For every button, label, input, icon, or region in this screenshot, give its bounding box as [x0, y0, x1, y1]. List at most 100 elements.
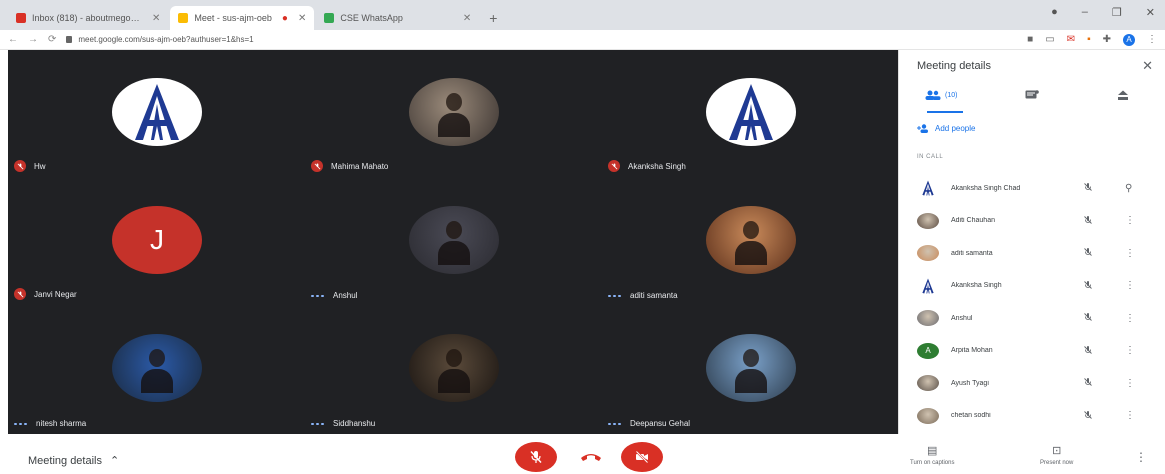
more-options-icon[interactable]: ⋮: [1125, 313, 1135, 324]
participant-tile[interactable]: Siddhanshu: [305, 306, 601, 434]
browser-menu-icon[interactable]: ⋮: [1147, 34, 1157, 45]
panel-title: Meeting details: [917, 60, 991, 72]
captions-button[interactable]: ▤ Turn on captions: [910, 444, 954, 466]
participant-avatar: [112, 334, 202, 402]
participant-row[interactable]: Anshul ⋮: [899, 302, 1165, 335]
tab-people[interactable]: (10): [925, 90, 957, 100]
activities-icon: [1118, 90, 1128, 100]
close-tab-icon[interactable]: ✕: [463, 13, 471, 24]
in-call-section-label: IN CALL: [917, 154, 944, 160]
meeting-details-panel: Meeting details ✕ (10) Add people IN CAL…: [898, 50, 1165, 434]
participant-name-bar: nitesh sharma: [14, 419, 86, 428]
present-screen-icon: ⊡: [1052, 445, 1062, 457]
pin-icon[interactable]: ⚲: [1125, 183, 1132, 194]
camera-toggle-button[interactable]: [621, 442, 663, 472]
letter-a-logo-icon: [922, 180, 934, 196]
more-options-icon[interactable]: ⋮: [1125, 280, 1135, 291]
participant-tile[interactable]: Anshul: [305, 178, 601, 306]
present-label: Present now: [1040, 460, 1074, 466]
camera-extension-icon[interactable]: ■: [1027, 34, 1033, 45]
forward-icon[interactable]: →: [28, 34, 38, 45]
participant-name-bar: Deepansu Gehal: [608, 419, 690, 428]
chevron-up-icon: ⌃: [110, 455, 120, 467]
mic-off-icon: [530, 451, 542, 463]
person-add-icon: [917, 124, 928, 133]
reload-icon[interactable]: ⟳: [48, 34, 56, 45]
mic-off-icon: [1083, 215, 1093, 227]
tab-label: CSE WhatsApp: [340, 13, 403, 23]
participant-row[interactable]: Aditi Chauhan ⋮: [899, 205, 1165, 238]
participant-tile[interactable]: Deepansu Gehal: [602, 306, 898, 434]
screen-extension-icon[interactable]: ▭: [1045, 34, 1054, 45]
participant-avatar: [917, 180, 939, 196]
browser-tab-whatsapp[interactable]: CSE WhatsApp ✕: [316, 6, 479, 30]
more-options-icon[interactable]: ⋮: [1125, 378, 1135, 389]
add-people-button[interactable]: Add people: [917, 124, 975, 133]
more-options-icon[interactable]: ⋮: [1125, 248, 1135, 259]
hang-up-button[interactable]: [578, 449, 604, 463]
participant-name-bar: aditi samanta: [608, 291, 678, 300]
participant-tile[interactable]: Hw: [8, 50, 304, 178]
participant-name-bar: Siddhanshu: [311, 419, 375, 428]
participant-row[interactable]: Ayush Tyagi ⋮: [899, 367, 1165, 400]
participant-name-bar: Akanksha Singh: [608, 160, 686, 172]
meeting-details-toggle[interactable]: Meeting details ⌃: [28, 454, 120, 468]
close-panel-icon[interactable]: ✕: [1142, 58, 1153, 74]
person-silhouette-icon: [139, 345, 175, 393]
address-bar: ← → ⟳ meet.google.com/sus-ajm-oeb?authus…: [0, 30, 1165, 50]
recording-dot-icon: ●: [281, 12, 288, 24]
participant-tile[interactable]: Akanksha Singh: [602, 50, 898, 178]
participant-row[interactable]: aditi samanta ⋮: [899, 237, 1165, 270]
participant-row[interactable]: Akanksha Singh Chad ⚲: [899, 172, 1165, 205]
new-tab-button[interactable]: +: [481, 10, 505, 30]
more-options-icon[interactable]: ⋮: [1125, 345, 1135, 356]
mic-off-icon: [311, 160, 323, 172]
mic-off-icon: [14, 160, 26, 172]
whatsapp-favicon-icon: [324, 13, 335, 23]
participant-tile[interactable]: aditi samanta: [602, 178, 898, 306]
participant-name: Ayush Tyagi: [951, 379, 989, 387]
participant-name-bar: Mahima Mahato: [311, 160, 388, 172]
participant-name: aditi samanta: [630, 291, 678, 300]
participant-tile[interactable]: nitesh sharma: [8, 306, 304, 434]
back-icon[interactable]: ←: [8, 34, 18, 45]
url-field[interactable]: meet.google.com/sus-ajm-oeb?authuser=1&h…: [66, 35, 254, 44]
participant-name: Janvi Negar: [34, 289, 77, 299]
profile-avatar[interactable]: A: [1123, 33, 1135, 46]
minimize-icon[interactable]: –: [1082, 6, 1088, 19]
tab-chat[interactable]: [1025, 90, 1039, 101]
video-grid: Hw Mahima Mahato Akanksha Singh J Janvi Nega…: [8, 50, 898, 434]
color-extension-icon[interactable]: ▪: [1087, 34, 1091, 45]
more-options-icon[interactable]: ⋮: [1125, 410, 1135, 421]
account-circle-icon[interactable]: ●: [1051, 6, 1058, 19]
close-tab-icon[interactable]: ✕: [152, 13, 160, 24]
mail-extension-icon[interactable]: ✉: [1067, 34, 1075, 45]
mic-off-icon: [14, 288, 26, 300]
participant-avatar: [409, 78, 499, 146]
participant-row[interactable]: A Arpita Mohan ⋮: [899, 335, 1165, 368]
participant-row[interactable]: Akanksha Singh ⋮: [899, 270, 1165, 303]
participant-tile[interactable]: J Janvi Negar: [8, 178, 304, 306]
participant-avatar: [917, 278, 939, 294]
add-people-label: Add people: [935, 124, 976, 133]
tab-activities[interactable]: [1117, 90, 1129, 101]
people-icon: [925, 90, 941, 100]
close-tab-icon[interactable]: ✕: [298, 13, 306, 24]
participant-avatar: [706, 78, 796, 146]
mic-off-icon: [608, 160, 620, 172]
browser-tab-gmail[interactable]: Inbox (818) - aboutmegoogle ✕: [8, 6, 168, 30]
microphone-toggle-button[interactable]: [515, 442, 557, 472]
browser-tab-meet[interactable]: Meet - sus-ajm-oeb ● ✕: [170, 6, 315, 30]
maximize-icon[interactable]: ❐: [1112, 6, 1122, 19]
close-window-icon[interactable]: ✕: [1146, 6, 1155, 19]
puzzle-extension-icon[interactable]: ✚: [1103, 34, 1111, 45]
participant-avatar: [917, 212, 939, 229]
mic-off-icon: [1083, 377, 1093, 389]
participant-name-bar: Janvi Negar: [14, 288, 77, 300]
present-now-button[interactable]: ⊡ Present now: [1040, 444, 1073, 466]
participant-avatar: [112, 78, 202, 146]
more-options-icon[interactable]: ⋮: [1135, 450, 1147, 464]
participant-tile[interactable]: Mahima Mahato: [305, 50, 601, 178]
more-options-icon[interactable]: ⋮: [1125, 215, 1135, 226]
participant-row[interactable]: chetan sodhi ⋮: [899, 400, 1165, 433]
